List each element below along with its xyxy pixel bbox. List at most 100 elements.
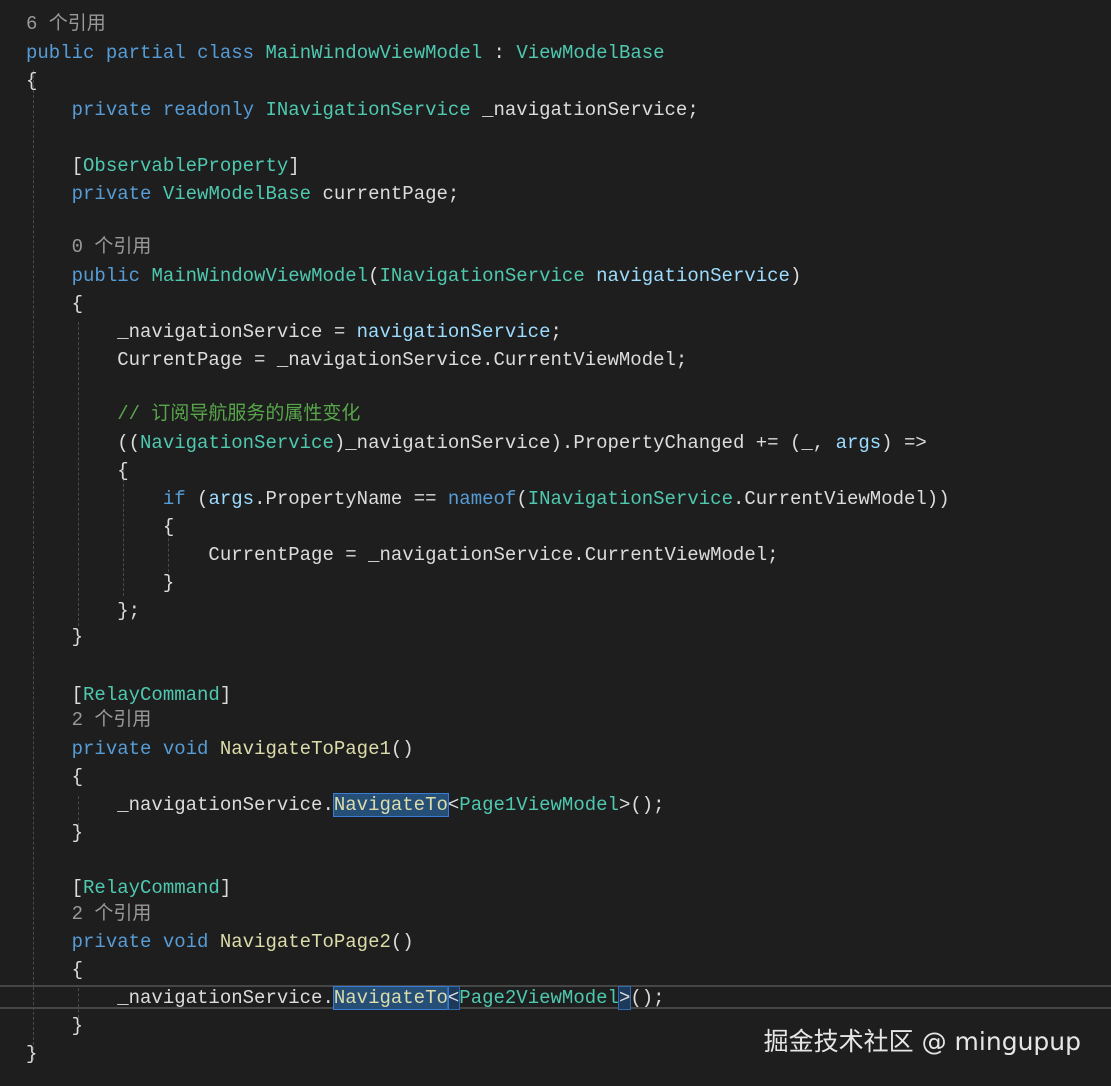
watermark: 掘金技术社区 @ mingupup <box>763 1027 1081 1056</box>
code-line: { <box>26 290 83 318</box>
code-token: < <box>446 986 461 1010</box>
code-line: { <box>26 513 174 541</box>
code-token: [ <box>26 155 84 177</box>
code-token: ViewModelBase <box>162 183 312 205</box>
code-line: _navigationService.NavigateTo<Page2ViewM… <box>26 984 665 1012</box>
code-line: } <box>26 819 83 847</box>
code-token: navigationService <box>356 321 551 343</box>
code-token: INavigationService <box>527 488 733 510</box>
code-token: nameof <box>447 488 517 510</box>
code-token: public <box>26 42 95 64</box>
code-token: { <box>26 460 129 482</box>
code-token: private <box>71 183 152 205</box>
code-token: { <box>26 70 38 92</box>
code-token: args <box>835 432 882 454</box>
code-token: ] <box>288 155 300 177</box>
code-token: () <box>390 931 414 953</box>
code-token: void <box>162 931 209 953</box>
code-token: private <box>71 738 152 760</box>
code-token: NavigationService <box>140 432 334 454</box>
code-token: { <box>26 516 175 538</box>
code-token: INavigationService <box>265 99 471 121</box>
code-line: // 订阅导航服务的属性变化 <box>26 400 360 428</box>
code-token: (); <box>630 987 665 1009</box>
code-token: ] <box>219 877 232 899</box>
code-token: ) <box>789 265 802 287</box>
code-token: } <box>26 626 84 648</box>
code-token: { <box>26 766 84 788</box>
code-token: navigationService <box>596 265 790 287</box>
code-token: } <box>26 822 84 844</box>
codelens-reference-count[interactable]: 2 个引用 <box>72 709 152 731</box>
code-token: _navigationService = <box>26 321 357 343</box>
code-line: [RelayCommand] <box>26 681 232 709</box>
code-token: }; <box>26 600 141 622</box>
code-line: ((NavigationService)_navigationService).… <box>26 429 927 457</box>
code-token: NavigateToPage2 <box>219 931 391 953</box>
code-editor[interactable]: 6 个引用 public partial class MainWindowView… <box>0 0 1111 1086</box>
code-token: : <box>482 42 517 64</box>
code-line: { <box>26 67 37 95</box>
code-token: CurrentPage = _navigationService.Current… <box>26 349 688 371</box>
code-token: _navigationService. <box>26 794 334 816</box>
code-token: private <box>71 99 152 121</box>
code-line: { <box>26 956 83 984</box>
code-token: public <box>71 265 141 287</box>
code-token: CurrentPage = _navigationService.Current… <box>26 544 779 566</box>
code-line: CurrentPage = _navigationService.Current… <box>26 541 779 569</box>
code-line: _navigationService = navigationService; <box>26 318 562 346</box>
code-token: >(); <box>618 794 665 816</box>
code-token: NavigateTo <box>332 793 449 817</box>
code-line: } <box>26 569 174 597</box>
code-token: ; <box>550 321 562 343</box>
code-line: [RelayCommand] <box>26 874 232 902</box>
code-line: CurrentPage = _navigationService.Current… <box>26 346 687 374</box>
code-line: public partial class MainWindowViewModel… <box>26 39 665 67</box>
code-token: NavigateToPage1 <box>219 738 391 760</box>
code-token: _navigationService. <box>26 987 334 1009</box>
code-token: RelayCommand <box>83 877 220 899</box>
code-line: } <box>26 623 83 651</box>
code-line: 0 个引用 <box>26 233 152 261</box>
code-token: [ <box>26 877 84 899</box>
code-token: } <box>26 1015 84 1037</box>
code-token: (( <box>26 432 141 454</box>
code-line: private ViewModelBase currentPage; <box>26 180 460 208</box>
code-token: RelayCommand <box>83 684 220 706</box>
code-line: } <box>26 1012 83 1040</box>
code-token: ) => <box>881 432 927 454</box>
code-line: { <box>26 457 129 485</box>
code-token: partial <box>105 42 186 64</box>
code-token: ( <box>516 488 528 510</box>
code-line: if (args.PropertyName == nameof(INavigat… <box>26 485 950 513</box>
code-token: Page2ViewModel <box>459 987 619 1009</box>
code-token: () <box>390 738 414 760</box>
code-token: [ <box>26 684 84 706</box>
codelens-reference-count[interactable]: 2 个引用 <box>72 903 152 925</box>
codelens-reference-count[interactable]: 6 个引用 <box>26 13 106 35</box>
code-line: 2 个引用 <box>26 900 152 928</box>
code-line: [ObservableProperty] <box>26 152 300 180</box>
code-token: INavigationService <box>379 265 585 287</box>
codelens-reference-count[interactable]: 0 个引用 <box>72 236 152 258</box>
code-line: private void NavigateToPage1() <box>26 735 414 763</box>
code-token: args <box>208 488 255 510</box>
code-token: Page1ViewModel <box>459 794 619 816</box>
code-token: void <box>162 738 209 760</box>
code-line: private void NavigateToPage2() <box>26 928 414 956</box>
code-token: class <box>197 42 255 64</box>
code-token: ViewModelBase <box>516 42 665 64</box>
